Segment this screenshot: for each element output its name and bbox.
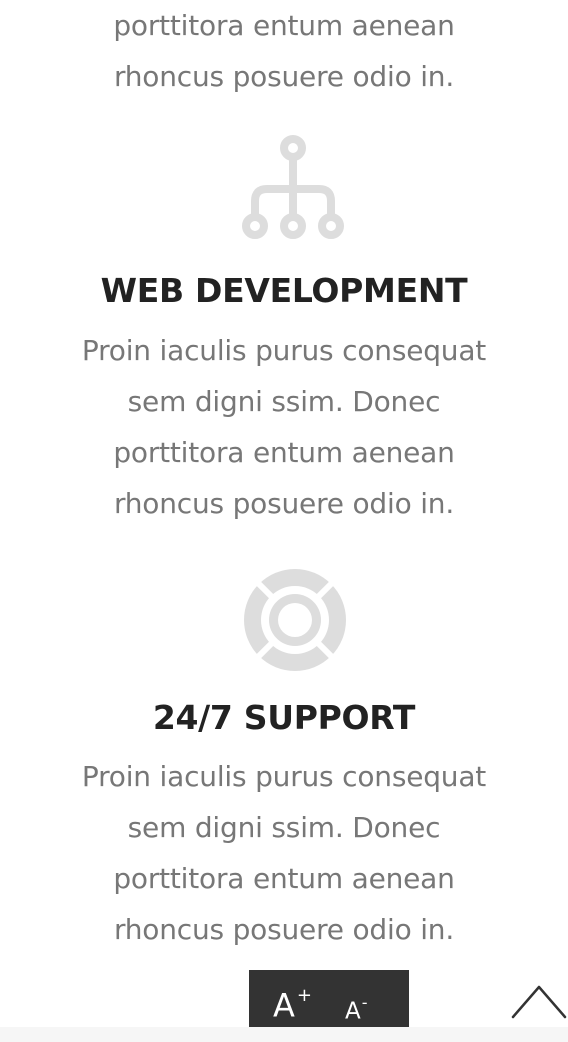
description-line: porttitora entum aenean (113, 436, 455, 469)
feature-title-web-development: WEB DEVELOPMENT (100, 271, 468, 310)
description-line: Proin iaculis purus consequat (81, 334, 487, 367)
description-line: rhoncus posuere odio in. (113, 487, 455, 520)
network-icon (242, 135, 344, 239)
feature-title-support: 24/7 SUPPORT (152, 698, 416, 737)
feature-description: Proin iaculis purus consequat sem digni … (0, 325, 568, 529)
increase-font-label: A (273, 986, 295, 1025)
lifebuoy-icon (244, 569, 346, 671)
feature-description: porttitora entum aenean rhoncus posuere … (0, 0, 568, 102)
description-line: sem digni ssim. Donec (127, 385, 441, 418)
description-line: sem digni ssim. Donec (127, 811, 441, 844)
plus-sign: + (296, 985, 312, 1006)
feature-description: Proin iaculis purus consequat sem digni … (0, 751, 568, 955)
decrease-font-label: A (345, 998, 361, 1025)
description-line: rhoncus posuere odio in. (113, 913, 455, 946)
chevron-up-icon (511, 985, 567, 1019)
description-line: porttitora entum aenean (113, 9, 455, 42)
description-line: Proin iaculis purus consequat (81, 760, 487, 793)
font-size-controls: A + A- (249, 970, 409, 1027)
increase-font-button[interactable]: A + (273, 980, 312, 1026)
minus-sign: - (361, 993, 368, 1012)
decrease-font-button[interactable]: A- (345, 990, 368, 1027)
description-line: porttitora entum aenean (113, 862, 455, 895)
page-bottom-strip (0, 1027, 568, 1042)
description-line: rhoncus posuere odio in. (113, 60, 455, 93)
scroll-to-top-button[interactable] (506, 977, 568, 1027)
